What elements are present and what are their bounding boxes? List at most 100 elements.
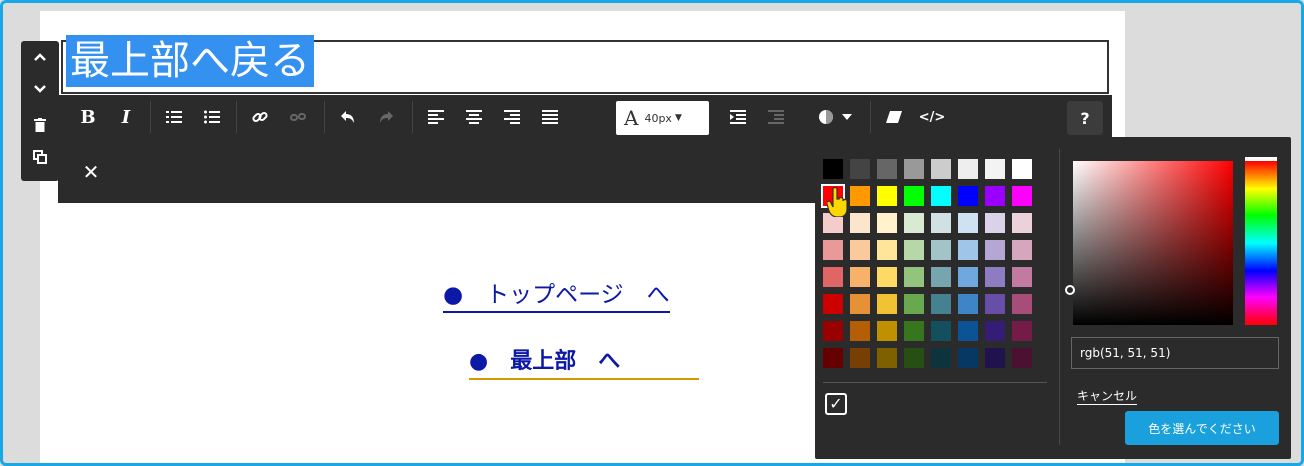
italic-button[interactable]: I: [112, 101, 140, 133]
outdent-icon[interactable]: [762, 101, 790, 133]
color-swatch[interactable]: [931, 267, 951, 287]
indent-icon[interactable]: [724, 101, 752, 133]
close-button[interactable]: ✕: [79, 157, 103, 187]
color-swatch[interactable]: [985, 213, 1005, 233]
color-swatch[interactable]: [958, 186, 978, 206]
color-swatch[interactable]: [1012, 159, 1032, 179]
color-swatch[interactable]: [850, 294, 870, 314]
font-size-dropdown[interactable]: A 40px ▼: [616, 101, 709, 135]
choose-color-button[interactable]: 色を選んでください: [1125, 411, 1279, 445]
bold-button[interactable]: B: [74, 101, 102, 133]
cancel-link[interactable]: キャンセル: [1077, 387, 1138, 405]
color-swatch[interactable]: [823, 267, 843, 287]
color-picker-popup: ✓ rgb(51, 51, 51) キャンセル 色を選んでください: [815, 137, 1291, 459]
align-right-icon[interactable]: [498, 101, 526, 133]
color-swatch[interactable]: [931, 159, 951, 179]
color-swatch[interactable]: [931, 186, 951, 206]
color-swatch[interactable]: [904, 240, 924, 260]
color-swatch[interactable]: [850, 159, 870, 179]
color-swatch[interactable]: [931, 213, 951, 233]
sv-handle[interactable]: [1065, 285, 1075, 295]
duplicate-icon[interactable]: [21, 143, 59, 171]
redo-icon[interactable]: [372, 101, 400, 133]
color-swatch[interactable]: [823, 294, 843, 314]
color-swatch[interactable]: [1012, 213, 1032, 233]
color-swatch[interactable]: [904, 159, 924, 179]
color-swatch[interactable]: [850, 213, 870, 233]
color-swatch[interactable]: [877, 321, 897, 341]
caret-down-icon: ▼: [674, 113, 682, 123]
color-swatch[interactable]: [877, 159, 897, 179]
link-top-page[interactable]: ● トップページ へ: [443, 275, 670, 313]
color-swatch[interactable]: [958, 267, 978, 287]
hue-slider[interactable]: [1245, 161, 1277, 325]
color-swatch[interactable]: [1012, 294, 1032, 314]
color-swatch[interactable]: [958, 240, 978, 260]
color-swatch[interactable]: [877, 186, 897, 206]
color-swatch[interactable]: [1012, 267, 1032, 287]
color-swatch[interactable]: [904, 213, 924, 233]
color-swatch[interactable]: [877, 348, 897, 368]
eraser-icon[interactable]: [880, 101, 908, 133]
align-justify-icon[interactable]: [536, 101, 564, 133]
color-swatch[interactable]: [1012, 321, 1032, 341]
color-swatch[interactable]: [877, 240, 897, 260]
color-swatch[interactable]: [850, 267, 870, 287]
color-swatch[interactable]: [850, 321, 870, 341]
color-swatch[interactable]: [985, 159, 1005, 179]
color-swatch[interactable]: [904, 186, 924, 206]
hue-handle[interactable]: [1245, 157, 1277, 161]
color-swatch[interactable]: [904, 321, 924, 341]
ordered-list-icon[interactable]: [160, 101, 188, 133]
move-up-icon[interactable]: [21, 43, 59, 71]
color-swatch[interactable]: [985, 186, 1005, 206]
trash-icon[interactable]: [21, 111, 59, 139]
color-swatch[interactable]: [850, 348, 870, 368]
color-swatch[interactable]: [850, 240, 870, 260]
color-swatch[interactable]: [904, 348, 924, 368]
checkbox-icon[interactable]: ✓: [825, 393, 847, 415]
color-swatch[interactable]: [958, 159, 978, 179]
color-swatch[interactable]: [985, 294, 1005, 314]
undo-icon[interactable]: [334, 101, 362, 133]
color-swatch[interactable]: [931, 294, 951, 314]
color-swatch[interactable]: [931, 321, 951, 341]
color-swatch[interactable]: [931, 240, 951, 260]
color-swatch[interactable]: [823, 348, 843, 368]
saturation-value-area[interactable]: [1073, 161, 1233, 325]
link-page-top[interactable]: ● 最上部 へ: [469, 343, 699, 380]
color-swatch[interactable]: [1012, 186, 1032, 206]
color-swatch[interactable]: [877, 294, 897, 314]
help-button[interactable]: ?: [1067, 101, 1103, 135]
color-swatch[interactable]: [904, 267, 924, 287]
color-swatch[interactable]: [958, 294, 978, 314]
unlink-icon[interactable]: [284, 101, 312, 133]
color-swatch[interactable]: [904, 294, 924, 314]
move-down-icon[interactable]: [21, 75, 59, 103]
window-frame: 最上部へ戻る B I </> A 40px ▼ ? ✕ ● トップページ へ ●…: [0, 0, 1304, 466]
color-swatch[interactable]: [958, 321, 978, 341]
heading-text[interactable]: 最上部へ戻る: [66, 35, 314, 87]
color-swatch[interactable]: [823, 321, 843, 341]
color-swatch[interactable]: [958, 348, 978, 368]
text-color-dropdown[interactable]: [810, 101, 860, 133]
rgb-value-input[interactable]: rgb(51, 51, 51): [1071, 337, 1279, 369]
color-swatch[interactable]: [985, 267, 1005, 287]
align-left-icon[interactable]: [422, 101, 450, 133]
color-swatch[interactable]: [985, 321, 1005, 341]
color-swatch[interactable]: [877, 213, 897, 233]
color-swatch[interactable]: [985, 348, 1005, 368]
color-swatch[interactable]: [823, 240, 843, 260]
color-swatch[interactable]: [985, 240, 1005, 260]
code-view-icon[interactable]: </>: [918, 101, 946, 133]
link-icon[interactable]: [246, 101, 274, 133]
align-center-icon[interactable]: [460, 101, 488, 133]
color-swatch[interactable]: [877, 267, 897, 287]
color-swatch[interactable]: [931, 348, 951, 368]
color-swatch[interactable]: [823, 159, 843, 179]
color-swatch[interactable]: [1012, 348, 1032, 368]
color-swatch[interactable]: [850, 186, 870, 206]
unordered-list-icon[interactable]: [198, 101, 226, 133]
color-swatch[interactable]: [1012, 240, 1032, 260]
color-swatch[interactable]: [958, 213, 978, 233]
